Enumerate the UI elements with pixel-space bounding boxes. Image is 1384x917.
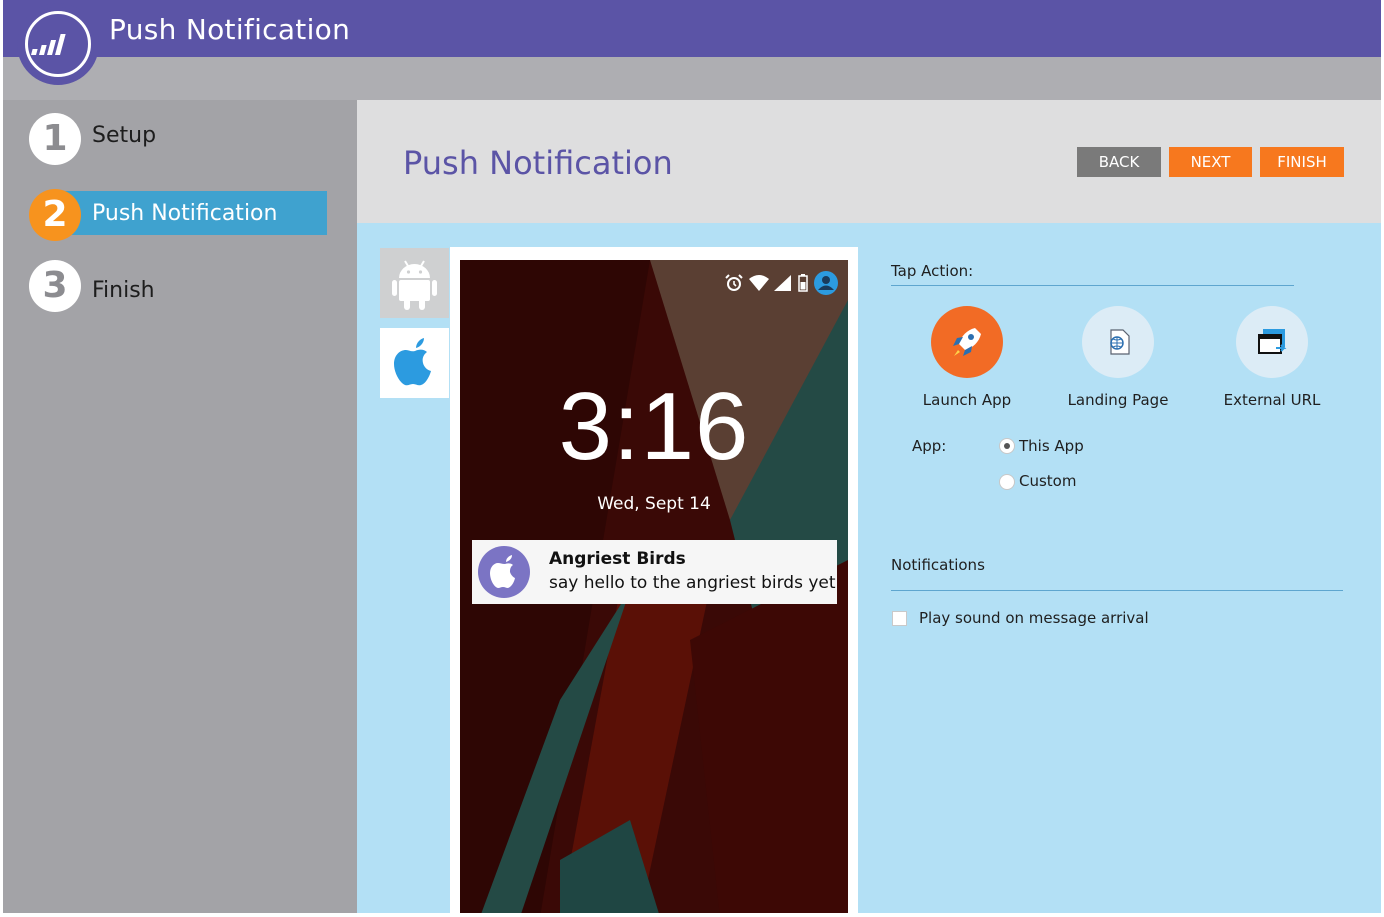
landing-page-option[interactable]: Landing Page: [1048, 306, 1188, 409]
back-button[interactable]: BACK: [1077, 147, 1161, 177]
rocket-icon: [953, 328, 981, 356]
lockscreen-date: Wed, Sept 14: [597, 494, 711, 514]
next-button[interactable]: NEXT: [1169, 147, 1252, 177]
this-app-label[interactable]: This App: [1019, 437, 1084, 455]
phone-preview: 3:16 Wed, Sept 14 Angriest Birds say hel…: [460, 260, 848, 913]
sub-bar: [3, 57, 1381, 100]
divider: [891, 285, 1294, 286]
step-label: Finish: [92, 278, 155, 303]
step-label: Setup: [92, 123, 157, 148]
android-tab[interactable]: [380, 248, 449, 318]
notification-card: Angriest Birds say hello to the angriest…: [472, 540, 837, 604]
notification-title: Angriest Birds: [549, 549, 686, 569]
status-bar: [724, 270, 838, 296]
finish-button[interactable]: FINISH: [1260, 147, 1344, 177]
notification-app-icon: [478, 546, 530, 598]
battery-icon: [798, 274, 808, 292]
user-avatar-icon: [814, 271, 838, 295]
app-title: Push Notification: [109, 13, 351, 46]
custom-radio[interactable]: [999, 474, 1015, 490]
notification-body: say hello to the angriest birds yet: [549, 573, 836, 593]
step-label: Push Notification: [92, 201, 278, 226]
apple-icon: [490, 555, 515, 588]
play-sound-checkbox[interactable]: [892, 611, 907, 626]
launch-app-option[interactable]: Launch App: [897, 306, 1037, 409]
step-push-notification[interactable]: 2 Push Notification: [3, 189, 343, 241]
external-url-icon: [1258, 329, 1287, 354]
page-header: Push Notification BACK NEXT FINISH: [357, 100, 1381, 223]
step-setup[interactable]: 1 Setup: [3, 113, 343, 165]
play-sound-label[interactable]: Play sound on message arrival: [919, 609, 1149, 627]
page-title: Push Notification: [403, 144, 673, 182]
lockscreen-time: 3:16: [558, 373, 750, 480]
step-number: 1: [29, 113, 81, 165]
this-app-radio[interactable]: [999, 438, 1015, 454]
step-finish[interactable]: 3 Finish: [3, 260, 343, 312]
app-label: App:: [912, 437, 947, 455]
app-window: Push Notification 1 Setup 2 Push Notific…: [3, 0, 1381, 913]
wizard-steps: 1 Setup 2 Push Notification 3 Finish: [3, 100, 357, 913]
android-icon: [392, 260, 437, 310]
ios-tab[interactable]: [380, 328, 449, 398]
alarm-icon: [725, 274, 743, 291]
signal-icon: [774, 275, 791, 291]
landing-page-label: Landing Page: [1067, 391, 1169, 409]
custom-label[interactable]: Custom: [1019, 472, 1076, 490]
launch-app-label: Launch App: [922, 391, 1012, 409]
step-number: 3: [29, 260, 81, 312]
divider: [891, 590, 1343, 591]
tap-action-label: Tap Action:: [891, 262, 974, 280]
step-number: 2: [29, 189, 81, 241]
wifi-icon: [749, 275, 769, 291]
external-url-option[interactable]: External URL: [1202, 306, 1342, 409]
landing-page-icon: [1110, 329, 1130, 355]
logo-icon: [17, 3, 99, 85]
notifications-label: Notifications: [891, 556, 985, 574]
external-url-label: External URL: [1223, 391, 1321, 409]
apple-icon: [394, 338, 431, 386]
